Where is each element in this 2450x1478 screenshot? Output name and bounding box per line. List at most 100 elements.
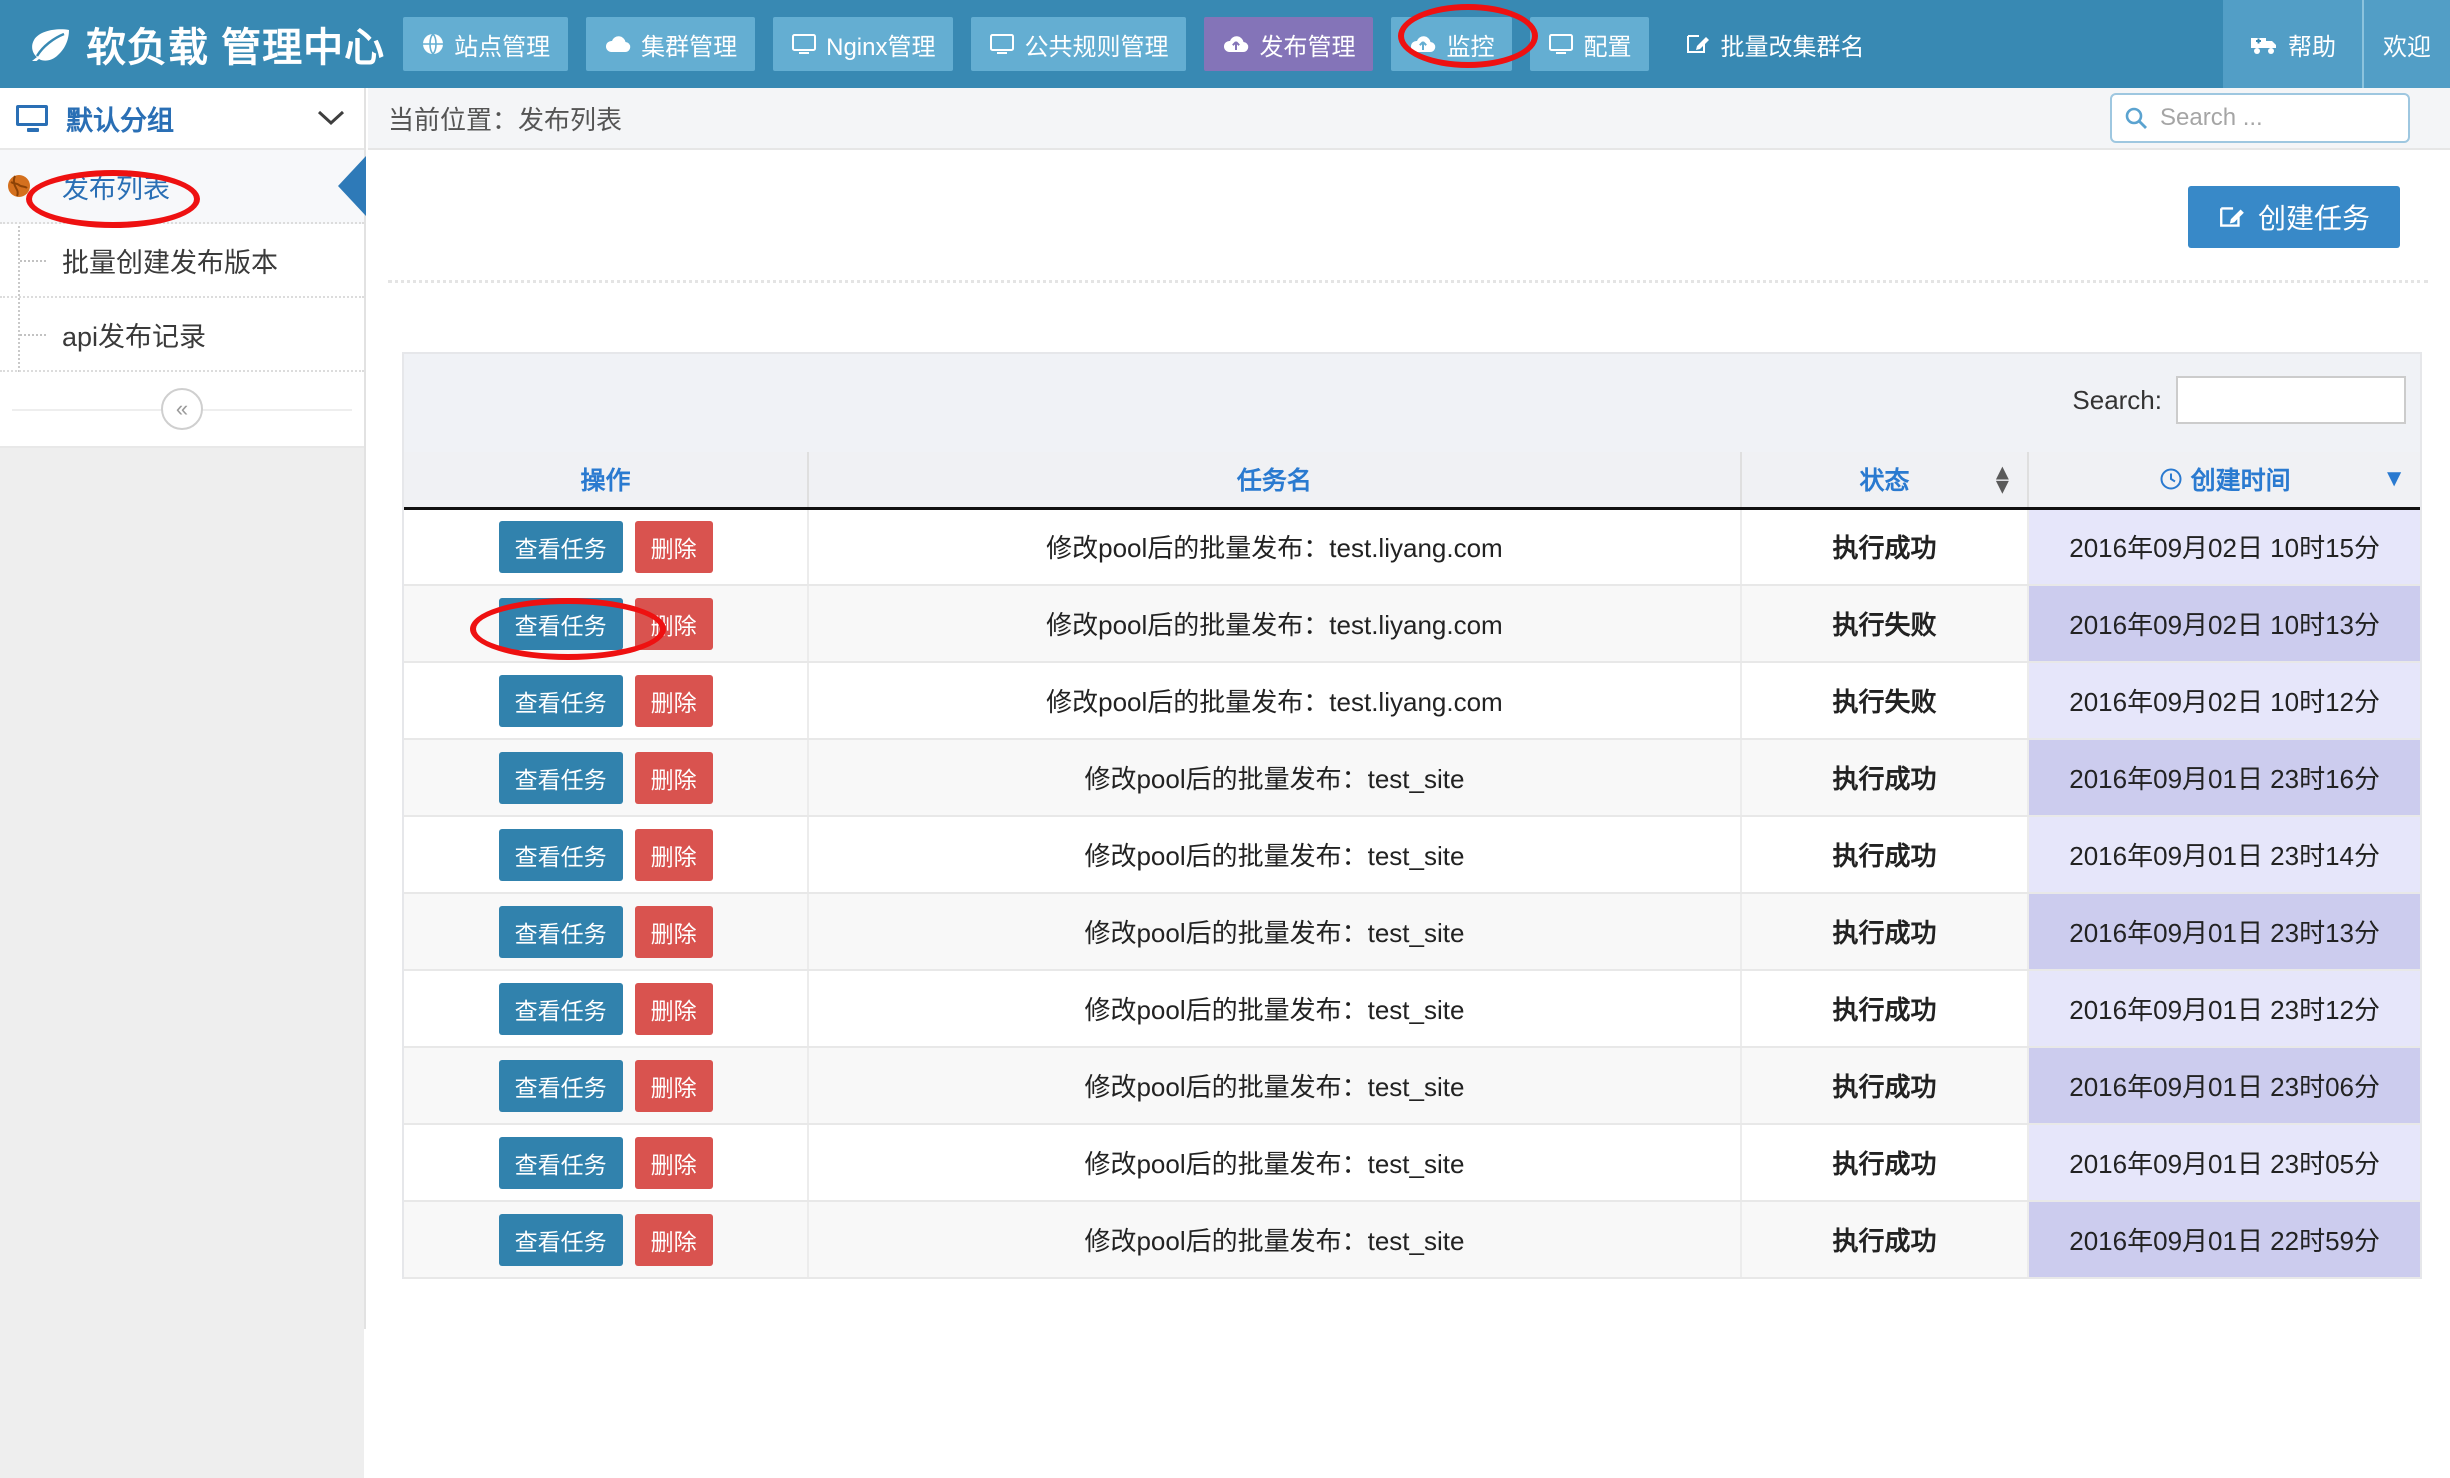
table-row[interactable]: 查看任务 删除 修改pool后的批量发布：test_site 执行成功 2016年…	[404, 1047, 2420, 1125]
brand[interactable]: 软负载 管理中心	[0, 0, 403, 88]
view-task-button[interactable]: 查看任务	[498, 1059, 623, 1112]
delete-task-button[interactable]: 删除	[634, 751, 713, 804]
nav-label: 集群管理	[641, 33, 738, 61]
sort-both-icon[interactable]: ▲ ▼	[1992, 461, 2014, 496]
nav-nginx-management[interactable]: Nginx管理	[773, 17, 954, 71]
create-task-button[interactable]: 创建任务	[2187, 186, 2400, 248]
cell-status: 执行成功	[1739, 508, 2029, 586]
delete-task-button[interactable]: 删除	[634, 1136, 713, 1189]
section-divider	[388, 280, 2428, 283]
cell-task-name: 修改pool后的批量发布：test.liyang.com	[807, 508, 1741, 586]
header-right-zone: 帮助 欢迎	[2223, 0, 2450, 88]
table-row[interactable]: 查看任务 删除 修改pool后的批量发布：test.liyang.com 执行失败…	[404, 585, 2420, 663]
cell-operation: 查看任务 删除	[404, 508, 809, 586]
table-row[interactable]: 查看任务 删除 修改pool后的批量发布：test_site 执行成功 2016年…	[404, 739, 2420, 817]
sidebar-item-publish-list[interactable]: 发布列表	[0, 150, 366, 224]
nav-label: 配置	[1583, 33, 1632, 61]
view-task-button[interactable]: 查看任务	[498, 674, 623, 727]
globe-icon	[6, 173, 32, 199]
nav-label: 监控	[1446, 33, 1495, 61]
chevron-down-icon[interactable]	[316, 105, 346, 131]
nav-publish-management[interactable]: 发布管理	[1204, 17, 1374, 71]
global-search-box[interactable]	[2110, 93, 2410, 143]
delete-task-button[interactable]: 删除	[634, 905, 713, 958]
delete-task-button[interactable]: 删除	[634, 674, 713, 727]
view-task-button[interactable]: 查看任务	[498, 597, 623, 650]
ambulance-icon	[2249, 33, 2279, 55]
view-task-button[interactable]: 查看任务	[498, 982, 623, 1035]
welcome-button[interactable]: 欢迎	[2362, 0, 2450, 88]
cell-operation: 查看任务 删除	[404, 1201, 809, 1279]
table-search-group: Search:	[2072, 376, 2406, 424]
cell-task-name: 修改pool后的批量发布：test_site	[807, 893, 1741, 971]
view-task-button[interactable]: 查看任务	[498, 905, 623, 958]
cell-create-time: 2016年09月02日 10时13分	[2027, 585, 2420, 663]
help-button[interactable]: 帮助	[2223, 0, 2362, 88]
search-icon	[2124, 106, 2148, 130]
sidebar-collapse-row: «	[0, 372, 364, 448]
view-task-button[interactable]: 查看任务	[498, 828, 623, 881]
collapse-sidebar-button[interactable]: «	[161, 388, 203, 430]
delete-task-button[interactable]: 删除	[634, 597, 713, 650]
nav-batch-rename-cluster[interactable]: 批量改集群名	[1667, 17, 1882, 71]
delete-task-button[interactable]: 删除	[634, 1213, 713, 1266]
view-task-button[interactable]: 查看任务	[498, 1136, 623, 1189]
edit-square-icon	[2218, 204, 2246, 230]
nav-label: 发布管理	[1259, 33, 1356, 61]
table-row[interactable]: 查看任务 删除 修改pool后的批量发布：test_site 执行成功 2016年…	[404, 1124, 2420, 1202]
table-body: 查看任务 删除 修改pool后的批量发布：test.liyang.com 执行成功…	[404, 508, 2420, 1279]
delete-task-button[interactable]: 删除	[634, 982, 713, 1035]
cell-status: 执行成功	[1739, 970, 2029, 1048]
column-header-operation[interactable]: 操作	[404, 452, 809, 510]
table-row[interactable]: 查看任务 删除 修改pool后的批量发布：test_site 执行成功 2016年…	[404, 1201, 2420, 1279]
nav-site-management[interactable]: 站点管理	[403, 17, 569, 71]
cell-operation: 查看任务 删除	[404, 970, 809, 1048]
sidebar: 默认分组 发布列表 批量创建发布版本 api发布记录 «	[0, 88, 366, 1478]
column-header-task-name[interactable]: 任务名	[807, 452, 1741, 510]
double-chevron-left-icon: «	[175, 396, 189, 421]
column-label: 状态	[1859, 467, 1910, 496]
cell-status: 执行成功	[1739, 1047, 2029, 1125]
sidebar-group-header[interactable]: 默认分组	[0, 88, 364, 150]
table-row[interactable]: 查看任务 删除 修改pool后的批量发布：test.liyang.com 执行成功…	[404, 508, 2420, 586]
cell-status: 执行失败	[1739, 585, 2029, 663]
delete-task-button[interactable]: 删除	[634, 1059, 713, 1112]
breadcrumb-prefix: 当前位置：	[388, 104, 519, 135]
active-indicator-arrow	[338, 156, 366, 216]
create-task-label: 创建任务	[2257, 203, 2370, 234]
table-row[interactable]: 查看任务 删除 修改pool后的批量发布：test.liyang.com 执行失败…	[404, 662, 2420, 740]
delete-task-button[interactable]: 删除	[634, 828, 713, 881]
cell-create-time: 2016年09月02日 10时12分	[2027, 662, 2420, 740]
nav-public-rule-management[interactable]: 公共规则管理	[971, 17, 1187, 71]
table-row[interactable]: 查看任务 删除 修改pool后的批量发布：test_site 执行成功 2016年…	[404, 893, 2420, 971]
table-row[interactable]: 查看任务 删除 修改pool后的批量发布：test_site 执行成功 2016年…	[404, 816, 2420, 894]
clock-icon	[2159, 467, 2183, 491]
cell-task-name: 修改pool后的批量发布：test_site	[807, 739, 1741, 817]
monitor-icon	[989, 33, 1015, 55]
view-task-button[interactable]: 查看任务	[498, 1213, 623, 1266]
table-row[interactable]: 查看任务 删除 修改pool后的批量发布：test_site 执行成功 2016年…	[404, 970, 2420, 1048]
table-header-row: 操作 任务名 状态 ▲ ▼ 创建时间 ▼	[404, 452, 2420, 510]
nav-configuration[interactable]: 配置	[1530, 17, 1650, 71]
cloud-upload-icon	[1222, 33, 1250, 55]
view-task-button[interactable]: 查看任务	[498, 520, 623, 573]
delete-task-button[interactable]: 删除	[634, 520, 713, 573]
column-header-status[interactable]: 状态 ▲ ▼	[1739, 452, 2029, 510]
search-input[interactable]	[2158, 103, 2396, 133]
table-controls: Search:	[404, 354, 2420, 452]
page-body: 创建任务 Search: 操作 任务名 状态 ▲ ▼ 创建时间 ▼ 查看任务 删…	[368, 150, 2450, 1279]
column-header-create-time[interactable]: 创建时间 ▼	[2027, 452, 2420, 510]
cell-status: 执行成功	[1739, 1124, 2029, 1202]
sidebar-item-batch-create-version[interactable]: 批量创建发布版本	[0, 224, 364, 298]
cell-create-time: 2016年09月01日 23时13分	[2027, 893, 2420, 971]
sidebar-item-api-publish-record[interactable]: api发布记录	[0, 298, 364, 372]
cell-task-name: 修改pool后的批量发布：test_site	[807, 970, 1741, 1048]
table-search-input[interactable]	[2176, 376, 2406, 424]
view-task-button[interactable]: 查看任务	[498, 751, 623, 804]
nav-monitoring[interactable]: 监控	[1391, 17, 1513, 71]
cell-status: 执行成功	[1739, 893, 2029, 971]
cell-status: 执行成功	[1739, 739, 2029, 817]
sort-desc-active-icon[interactable]: ▼	[2382, 467, 2406, 491]
cloud-upload-icon	[1409, 33, 1437, 55]
nav-cluster-management[interactable]: 集群管理	[586, 17, 756, 71]
